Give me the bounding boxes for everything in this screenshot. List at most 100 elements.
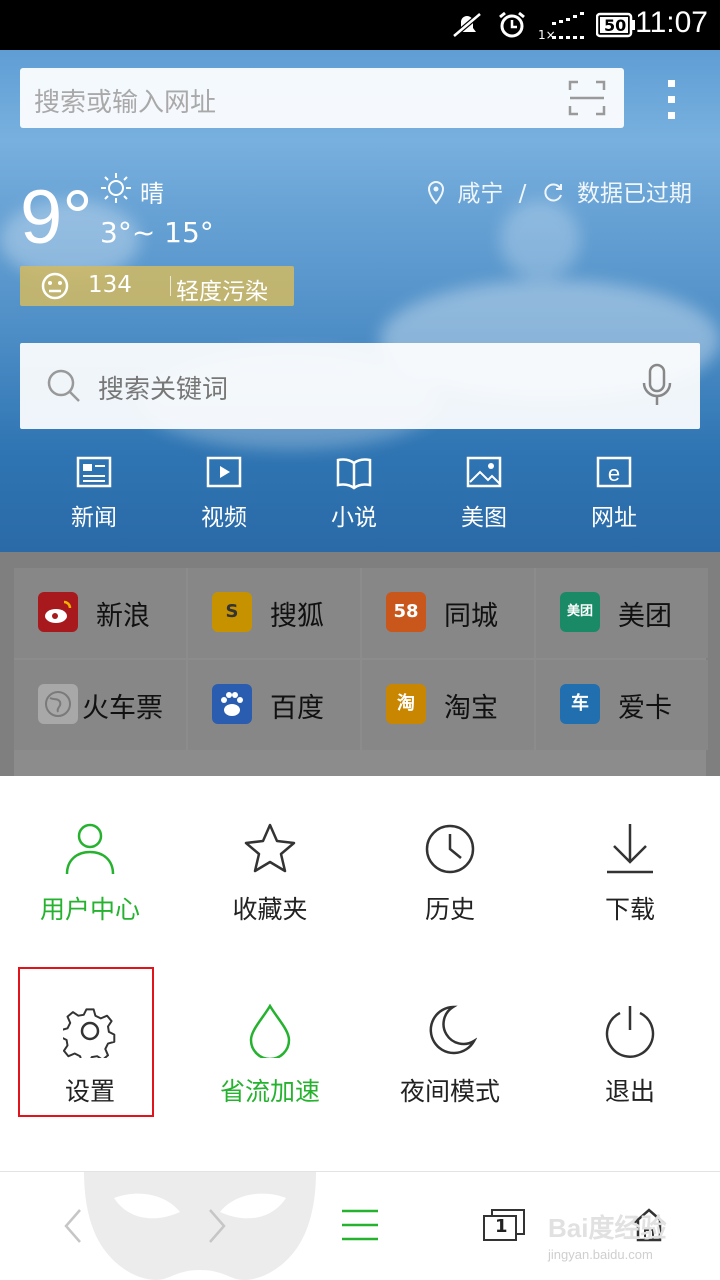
- status-bar: 1× 50 11:07: [0, 0, 720, 50]
- moon-icon: [429, 1005, 477, 1055]
- weather-status: 数据已过期: [577, 181, 692, 207]
- aqi-value: 134: [88, 272, 132, 298]
- menu-favorites[interactable]: 收藏夹: [180, 822, 360, 1002]
- menu-download[interactable]: 下载: [540, 822, 720, 1002]
- category-web[interactable]: e 网址: [554, 448, 674, 532]
- aqi-level: 轻度污染: [176, 279, 268, 305]
- menu-label: 收藏夹: [232, 895, 308, 924]
- sina-weibo-icon: [38, 592, 78, 632]
- quick-link-baidu[interactable]: 百度: [188, 660, 360, 750]
- settings-highlight-box: [18, 967, 154, 1117]
- category-label: 小说: [331, 505, 377, 531]
- quick-link-58[interactable]: 58 同城: [362, 568, 534, 658]
- power-icon: [605, 1006, 655, 1058]
- quick-link-meituan[interactable]: 美团 美团: [536, 568, 708, 658]
- quick-link-label: 新浪: [96, 601, 150, 632]
- category-novel[interactable]: 小说: [294, 448, 414, 532]
- user-icon: [65, 823, 115, 875]
- quick-link-label: 美团: [618, 601, 672, 632]
- quick-link-taobao[interactable]: 淘 淘宝: [362, 660, 534, 750]
- back-icon[interactable]: [60, 1206, 86, 1246]
- aqi-divider: [170, 276, 171, 296]
- category-label: 网址: [591, 505, 637, 531]
- address-bar[interactable]: 搜索或输入网址: [20, 68, 624, 128]
- menu-history[interactable]: 历史: [360, 822, 540, 1002]
- menu-label: 下载: [604, 895, 655, 924]
- quick-link-label: 淘宝: [444, 693, 498, 724]
- menu-data-saver[interactable]: 省流加速: [180, 1004, 360, 1184]
- 58-icon: 58: [386, 592, 426, 632]
- temperature: 9°: [20, 175, 93, 260]
- category-label: 新闻: [71, 505, 117, 531]
- quick-link-label: 爱卡: [618, 693, 672, 724]
- menu-label: 退出: [604, 1077, 655, 1106]
- face-icon: [41, 272, 69, 300]
- tab-count: 1: [495, 1216, 508, 1237]
- news-icon: [76, 456, 112, 488]
- location-pin-icon: [427, 180, 445, 205]
- sunny-icon: [101, 173, 131, 203]
- address-bar-placeholder: 搜索或输入网址: [34, 88, 217, 118]
- quick-link-sohu[interactable]: S 搜狐: [188, 568, 360, 658]
- category-video[interactable]: 视频: [164, 448, 284, 532]
- globe-icon: [38, 684, 78, 724]
- keyword-search-box[interactable]: 搜索关键词: [20, 343, 700, 429]
- tabs-button[interactable]: 1: [482, 1208, 526, 1242]
- quick-link-sina[interactable]: 新浪: [14, 568, 186, 658]
- svg-text:e: e: [608, 461, 620, 486]
- book-icon: [336, 458, 372, 490]
- baidu-jingyan-watermark: Bai度经验 jingyan.baidu.com: [548, 1208, 666, 1262]
- baidu-paw-icon: [212, 684, 252, 724]
- category-picture[interactable]: 美图: [424, 448, 544, 532]
- quick-link-label: 百度: [270, 693, 324, 724]
- menu-night-mode[interactable]: 夜间模式: [360, 1004, 540, 1184]
- search-icon: [47, 369, 80, 402]
- download-icon: [607, 824, 653, 874]
- menu-label: 省流加速: [219, 1077, 320, 1106]
- category-label: 美图: [461, 505, 507, 531]
- location-separator: /: [518, 181, 527, 207]
- menu-label: 历史: [424, 895, 475, 924]
- picture-icon: [466, 456, 502, 488]
- watermark-url: jingyan.baidu.com: [548, 1247, 653, 1262]
- video-icon: [206, 456, 242, 488]
- quick-link-label: 搜狐: [270, 601, 324, 632]
- droplet-icon: [249, 1004, 291, 1058]
- battery-level: 50: [604, 16, 627, 35]
- category-row: 新闻 视频 小说 美图 e 网址: [0, 448, 720, 538]
- air-quality-badge[interactable]: 134 轻度污染: [20, 266, 294, 306]
- microphone-icon[interactable]: [640, 363, 674, 409]
- car-icon: 车: [560, 684, 600, 724]
- web-icon: e: [596, 456, 632, 488]
- taobao-icon: 淘: [386, 684, 426, 724]
- quick-link-label: 同城: [444, 601, 498, 632]
- menu-label: 用户中心: [39, 895, 140, 924]
- quick-links-grid: 新浪 S 搜狐 58 同城 美团 美团 火车票 百度 淘 淘宝 车 爱卡: [14, 568, 708, 776]
- quick-link-aika[interactable]: 车 爱卡: [536, 660, 708, 750]
- refresh-icon[interactable]: [542, 182, 564, 204]
- forward-icon[interactable]: [204, 1206, 230, 1246]
- more-options-icon[interactable]: [660, 78, 684, 122]
- watermark-brand: Bai度经验: [548, 1213, 667, 1243]
- location-row[interactable]: 咸宁 / 数据已过期: [426, 174, 692, 208]
- notification-muted-icon: [452, 12, 482, 38]
- menu-exit[interactable]: 退出: [540, 1004, 720, 1184]
- category-label: 视频: [201, 505, 247, 531]
- meituan-icon: 美团: [560, 592, 600, 632]
- quick-link-train[interactable]: 火车票: [14, 660, 186, 750]
- clock-icon: [425, 824, 475, 874]
- weather-condition: 晴: [140, 180, 164, 208]
- sohu-icon: S: [212, 592, 252, 632]
- keyword-search-placeholder: 搜索关键词: [98, 375, 229, 405]
- menu-label: 夜间模式: [399, 1077, 500, 1106]
- alarm-icon: [499, 11, 525, 38]
- mask-watermark: [84, 1172, 316, 1280]
- quick-link-label: 火车票: [82, 693, 163, 724]
- star-icon: [244, 823, 296, 873]
- scan-icon[interactable]: [568, 80, 606, 116]
- clock: 11:07: [635, 6, 708, 39]
- menu-icon[interactable]: [340, 1208, 380, 1242]
- signal-icon: [552, 12, 584, 39]
- temperature-range: 3°~ 15°: [100, 216, 214, 249]
- category-news[interactable]: 新闻: [34, 448, 154, 532]
